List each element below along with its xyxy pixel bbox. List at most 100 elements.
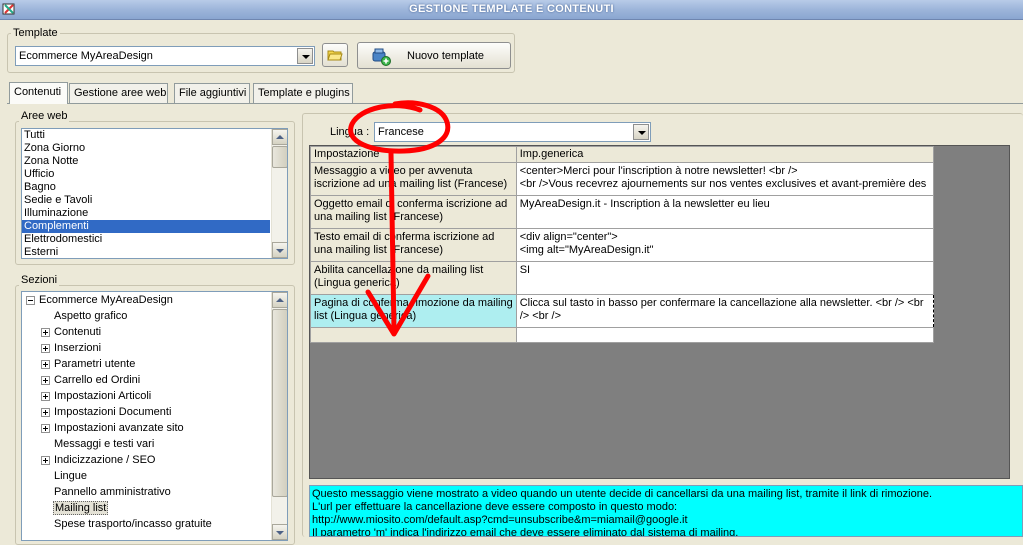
tab-contenuti-label: Contenuti bbox=[14, 86, 62, 98]
list-item[interactable]: Zona Giorno bbox=[22, 142, 287, 155]
settings-grid[interactable]: Impostazione Imp.generica Messaggio a vi… bbox=[309, 145, 1010, 479]
tab-gestione-aree-web-label: Gestione aree web bbox=[74, 87, 167, 99]
setting-value-cell[interactable]: <center>Merci pour l'inscription à notre… bbox=[515, 162, 934, 196]
setting-line: una mailing list (Francese) bbox=[314, 211, 443, 223]
setting-name-cell[interactable]: Oggetto email di conferma iscrizione ad u… bbox=[310, 195, 517, 229]
scroll-up-icon[interactable] bbox=[272, 292, 287, 308]
new-template-button[interactable]: Nuovo template bbox=[357, 42, 511, 69]
scroll-up-icon[interactable] bbox=[272, 129, 287, 145]
list-item[interactable]: Bagno bbox=[22, 181, 287, 194]
tree-item[interactable]: Carrello ed Ordini bbox=[41, 372, 140, 388]
setting-line: Testo email di conferma iscrizione ad bbox=[314, 231, 495, 243]
sezioni-scrollbar[interactable] bbox=[271, 292, 287, 540]
value-line: MyAreaDesign.it - Inscription à la newsl… bbox=[519, 198, 770, 210]
table-row[interactable]: Messaggio a video per avvenuta iscrizione… bbox=[310, 162, 934, 196]
tree-item-label: Carrello ed Ordini bbox=[54, 374, 141, 386]
tree-item[interactable]: Parametri utente bbox=[41, 356, 135, 372]
plus-icon[interactable] bbox=[41, 455, 50, 465]
tree-item-label: Aspetto grafico bbox=[54, 310, 128, 322]
setting-name-cell[interactable] bbox=[310, 327, 517, 343]
tab-file-aggiuntivi[interactable]: File aggiuntivi bbox=[174, 83, 250, 103]
list-item[interactable]: Elettrodomestici bbox=[22, 233, 287, 246]
scroll-down-icon[interactable] bbox=[272, 524, 287, 540]
tab-template-e-plugins[interactable]: Template e plugins bbox=[253, 83, 353, 103]
tree-item-selected[interactable]: Mailing list bbox=[53, 500, 109, 516]
setting-line: list (Lingua generica) bbox=[314, 310, 417, 322]
plus-icon[interactable] bbox=[41, 327, 50, 337]
tree-item[interactable]: Impostazioni Documenti bbox=[41, 404, 171, 420]
setting-name-cell[interactable]: Testo email di conferma iscrizione ad una… bbox=[310, 228, 517, 262]
table-row-empty[interactable] bbox=[310, 327, 934, 343]
tree-item-label: Impostazioni Articoli bbox=[54, 390, 152, 402]
chevron-down-icon[interactable] bbox=[297, 48, 313, 64]
table-row[interactable]: Abilita cancellazione da mailing list (Li… bbox=[310, 261, 934, 295]
scroll-thumb[interactable] bbox=[272, 146, 287, 168]
aree-web-scrollbar[interactable] bbox=[271, 129, 287, 258]
new-template-label: Nuovo template bbox=[407, 50, 485, 62]
value-line: <div align="center"> bbox=[519, 231, 618, 243]
table-row[interactable]: Testo email di conferma iscrizione ad una… bbox=[310, 228, 934, 262]
column-header-setting[interactable]: Impostazione bbox=[310, 146, 517, 163]
list-item[interactable]: Zona Notte bbox=[22, 155, 287, 168]
setting-name-cell[interactable]: Pagina di conferma rimozione da mailing l… bbox=[310, 294, 517, 328]
tree-item[interactable]: Messaggi e testi vari bbox=[54, 436, 154, 452]
setting-line: Messaggio a video per avvenuta bbox=[314, 165, 473, 177]
table-row[interactable]: Oggetto email di conferma iscrizione ad u… bbox=[310, 195, 934, 229]
column-header-value[interactable]: Imp.generica bbox=[515, 146, 934, 163]
plus-icon[interactable] bbox=[41, 407, 50, 417]
chevron-down-icon[interactable] bbox=[633, 124, 649, 140]
tree-item-label: Impostazioni Documenti bbox=[54, 406, 172, 418]
list-item[interactable]: Tutti bbox=[22, 129, 287, 142]
lingua-select[interactable]: Francese bbox=[374, 122, 651, 142]
tree-item[interactable]: Indicizzazione / SEO bbox=[41, 452, 156, 468]
plus-icon[interactable] bbox=[41, 375, 50, 385]
tree-item[interactable]: Aspetto grafico bbox=[54, 308, 127, 324]
scroll-down-icon[interactable] bbox=[272, 242, 287, 258]
scroll-thumb[interactable] bbox=[272, 309, 287, 497]
setting-line: Oggetto email di conferma iscrizione ad bbox=[314, 198, 508, 210]
plus-icon[interactable] bbox=[41, 391, 50, 401]
tree-item[interactable]: Pannello amministrativo bbox=[54, 484, 171, 500]
setting-line: iscrizione ad una mailing list (Francese… bbox=[314, 178, 508, 190]
list-item[interactable]: Esterni bbox=[22, 246, 287, 258]
tree-item-label: Mailing list bbox=[53, 501, 109, 515]
setting-value-cell[interactable] bbox=[515, 327, 934, 343]
setting-value-cell-editing[interactable]: Clicca sul tasto in basso per confermare… bbox=[515, 294, 934, 328]
setting-name-cell[interactable]: Messaggio a video per avvenuta iscrizione… bbox=[310, 162, 517, 196]
tree-item[interactable]: Spese trasporto/incasso gratuite bbox=[54, 516, 212, 532]
tree-item[interactable]: Lingue bbox=[54, 468, 87, 484]
tree-item[interactable]: Impostazioni avanzate sito bbox=[41, 420, 184, 436]
minus-icon[interactable] bbox=[26, 295, 35, 305]
tree-item[interactable]: Impostazioni Articoli bbox=[41, 388, 151, 404]
tab-contenuti[interactable]: Contenuti bbox=[9, 82, 68, 104]
aree-web-group-label: Aree web bbox=[19, 110, 70, 122]
sezioni-tree[interactable]: Ecommerce MyAreaDesign Aspetto grafico C… bbox=[21, 291, 288, 541]
value-line: Clicca sul tasto in basso per confermare… bbox=[519, 297, 924, 309]
title-bar: GESTIONE TEMPLATE E CONTENUTI bbox=[0, 0, 1023, 20]
value-line: <img alt="MyAreaDesign.it" bbox=[519, 244, 654, 256]
plus-icon[interactable] bbox=[41, 359, 50, 369]
list-item[interactable]: Illuminazione bbox=[22, 207, 287, 220]
template-select[interactable]: Ecommerce MyAreaDesign bbox=[15, 46, 315, 66]
tab-file-aggiuntivi-label: File aggiuntivi bbox=[179, 87, 247, 99]
tree-item[interactable]: Inserzioni bbox=[41, 340, 101, 356]
tree-item-label: Inserzioni bbox=[54, 342, 102, 354]
tab-gestione-aree-web[interactable]: Gestione aree web bbox=[69, 83, 168, 103]
tree-item[interactable]: Contenuti bbox=[41, 324, 101, 340]
setting-value-cell[interactable]: SI bbox=[515, 261, 934, 295]
plus-icon[interactable] bbox=[41, 423, 50, 433]
list-item[interactable]: Ufficio bbox=[22, 168, 287, 181]
table-row-current[interactable]: Pagina di conferma rimozione da mailing l… bbox=[310, 294, 934, 328]
open-folder-button[interactable] bbox=[322, 43, 348, 67]
tree-item[interactable]: Ecommerce MyAreaDesign bbox=[26, 292, 173, 308]
value-line: <br />Vous recevrez ajournements sur nos… bbox=[519, 178, 927, 190]
setting-description[interactable]: Questo messaggio viene mostrato a video … bbox=[309, 485, 1023, 537]
value-line: SI bbox=[519, 264, 531, 276]
plus-icon[interactable] bbox=[41, 343, 50, 353]
aree-web-list[interactable]: Tutti Zona Giorno Zona Notte Ufficio Bag… bbox=[21, 128, 288, 259]
list-item-selected[interactable]: Complementi bbox=[22, 220, 270, 233]
setting-value-cell[interactable]: <div align="center"> <img alt="MyAreaDesi… bbox=[515, 228, 934, 262]
setting-value-cell[interactable]: MyAreaDesign.it - Inscription à la newsl… bbox=[515, 195, 934, 229]
setting-name-cell[interactable]: Abilita cancellazione da mailing list (Li… bbox=[310, 261, 517, 295]
list-item[interactable]: Sedie e Tavoli bbox=[22, 194, 287, 207]
